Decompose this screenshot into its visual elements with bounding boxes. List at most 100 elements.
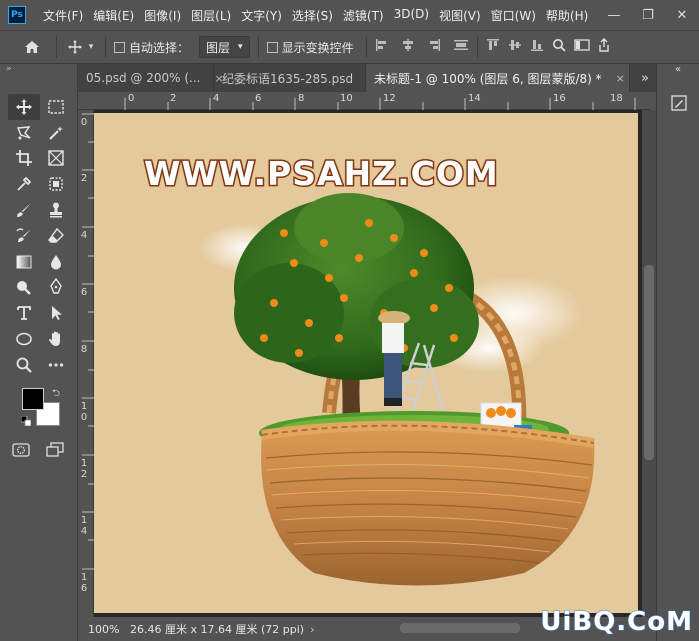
ruler-h-label: 2 — [170, 93, 177, 104]
foreground-color-swatch[interactable] — [22, 388, 44, 410]
chevron-down-icon: ▾ — [238, 42, 243, 52]
default-colors-icon[interactable] — [21, 416, 31, 426]
align-bottom-icon[interactable] — [530, 38, 544, 56]
horizontal-scroll-thumb[interactable] — [400, 623, 520, 633]
menu-type[interactable]: 文字(Y) — [236, 7, 287, 24]
tab-label: 纪委标语1635-285.psd — [222, 71, 354, 86]
auto-select-value: 图层 — [206, 40, 231, 55]
ruler-h-label: 16 — [553, 93, 566, 104]
tabs-overflow-icon[interactable]: » — [634, 64, 656, 92]
workspace-icon[interactable] — [573, 38, 590, 56]
align-right-icon[interactable] — [427, 38, 441, 56]
properties-panel-icon[interactable] — [657, 88, 699, 118]
clone-stamp-tool[interactable] — [40, 197, 72, 223]
ruler-v-label: 4 — [80, 230, 88, 241]
collapse-panels-icon[interactable]: « — [657, 64, 699, 78]
share-icon[interactable] — [598, 38, 610, 56]
document-tabs: 05.psd @ 200% (... × 纪委标语1635-285.psd × … — [78, 64, 656, 92]
close-button[interactable]: ✕ — [665, 0, 699, 30]
menu-file[interactable]: 文件(F) — [38, 7, 88, 24]
separator — [365, 36, 367, 58]
menu-help[interactable]: 帮助(H) — [541, 7, 593, 24]
chevron-down-icon[interactable]: ▾ — [85, 42, 97, 52]
ruler-v-label: 0 — [80, 117, 88, 128]
show-transform-checkbox[interactable] — [266, 41, 278, 53]
separator — [105, 36, 106, 58]
tab-close-icon[interactable]: × — [616, 72, 625, 85]
align-center-h-icon[interactable] — [401, 38, 415, 56]
tab-jiwei-psd[interactable]: 纪委标语1635-285.psd × — [214, 64, 376, 92]
collapse-icon[interactable]: » — [6, 64, 12, 74]
separator — [56, 36, 57, 58]
ruler-h-label: 18 — [610, 93, 623, 104]
zoom-tool[interactable] — [8, 352, 40, 378]
document-info: 26.46 厘米 x 17.64 厘米 (72 ppi) — [130, 623, 305, 636]
align-distribute-icon[interactable] — [453, 38, 469, 56]
right-panel-dock: « — [656, 64, 699, 641]
status-menu-arrow-icon[interactable]: › — [310, 623, 314, 636]
pen-tool[interactable] — [40, 275, 72, 301]
menu-image[interactable]: 图像(I) — [139, 7, 186, 24]
maximize-button[interactable]: ❐ — [631, 0, 665, 30]
minimize-button[interactable]: — — [597, 0, 631, 30]
ellipse-tool[interactable] — [8, 326, 40, 352]
move-tool-preset-icon[interactable] — [65, 39, 85, 55]
window-controls: — ❐ ✕ — [597, 0, 699, 30]
horizontal-ruler: 0 2 4 6 8 10 12 14 16 18 — [78, 92, 650, 110]
tab-label: 05.psd @ 200% (... — [86, 71, 201, 85]
ruler-v-label: 8 — [80, 344, 88, 355]
more-tools-icon[interactable] — [40, 352, 72, 378]
vertical-scrollbar[interactable] — [642, 110, 656, 617]
auto-select-dropdown[interactable]: 图层 ▾ — [199, 36, 250, 58]
search-icon[interactable] — [552, 38, 566, 56]
menu-layer[interactable]: 图层(L) — [186, 7, 236, 24]
crop-tool[interactable] — [8, 146, 40, 172]
align-middle-icon[interactable] — [508, 38, 522, 56]
align-left-icon[interactable] — [375, 38, 389, 56]
quick-mask-icon[interactable] — [12, 442, 30, 461]
path-selection-tool[interactable] — [40, 300, 72, 326]
menu-window[interactable]: 窗口(W) — [486, 7, 541, 24]
type-tool[interactable] — [8, 300, 40, 326]
gradient-tool[interactable] — [8, 249, 40, 275]
brush-tool[interactable] — [8, 197, 40, 223]
vertical-scroll-thumb[interactable] — [644, 265, 654, 460]
menu-edit[interactable]: 编辑(E) — [88, 7, 139, 24]
vertical-ruler: 0 2 4 6 8 10 12 14 16 — [78, 110, 94, 617]
ruler-h-label: 12 — [383, 93, 396, 104]
lasso-tool[interactable] — [8, 120, 40, 146]
auto-select-label: 自动选择： — [129, 40, 190, 55]
ruler-h-label: 8 — [298, 93, 305, 104]
ruler-v-label: 16 — [80, 572, 88, 594]
zoom-level[interactable]: 100% — [78, 623, 122, 636]
canvas-area[interactable]: WWW.PSAHZ.COM — [94, 110, 642, 617]
menu-view[interactable]: 视图(V) — [434, 7, 486, 24]
dodge-tool[interactable] — [8, 275, 40, 301]
tab-05-psd[interactable]: 05.psd @ 200% (... × — [78, 64, 224, 92]
ruler-v-label: 12 — [80, 458, 88, 480]
menu-select[interactable]: 选择(S) — [287, 7, 338, 24]
eraser-tool[interactable] — [40, 223, 72, 249]
home-icon[interactable] — [22, 39, 42, 55]
basket-tree-artwork — [199, 193, 595, 586]
marquee-tool[interactable] — [40, 94, 72, 120]
screen-mode-icon[interactable] — [46, 442, 64, 461]
menu-3d[interactable]: 3D(D) — [389, 7, 434, 24]
ruler-h-label: 6 — [255, 93, 262, 104]
menu-filter[interactable]: 滤镜(T) — [338, 7, 389, 24]
tab-untitled-1[interactable]: 未标题-1 @ 100% (图层 6, 图层蒙版/8) * × — [366, 64, 630, 92]
eyedropper-tool[interactable] — [8, 171, 40, 197]
auto-select-checkbox[interactable] — [114, 41, 125, 53]
tab-label: 未标题-1 @ 100% (图层 6, 图层蒙版/8) * — [374, 71, 602, 86]
magic-wand-tool[interactable] — [40, 120, 72, 146]
frame-tool[interactable] — [40, 146, 72, 172]
blur-tool[interactable] — [40, 249, 72, 275]
document-canvas[interactable]: WWW.PSAHZ.COM — [94, 113, 638, 613]
menu-bar: Ps 文件(F) 编辑(E) 图像(I) 图层(L) 文字(Y) 选择(S) 滤… — [0, 0, 699, 30]
align-top-icon[interactable] — [486, 38, 500, 56]
swap-colors-icon[interactable]: ⮌ — [52, 386, 60, 403]
spot-healing-tool[interactable] — [40, 171, 72, 197]
move-tool[interactable] — [8, 94, 40, 120]
hand-tool[interactable] — [40, 326, 72, 352]
history-brush-tool[interactable] — [8, 223, 40, 249]
